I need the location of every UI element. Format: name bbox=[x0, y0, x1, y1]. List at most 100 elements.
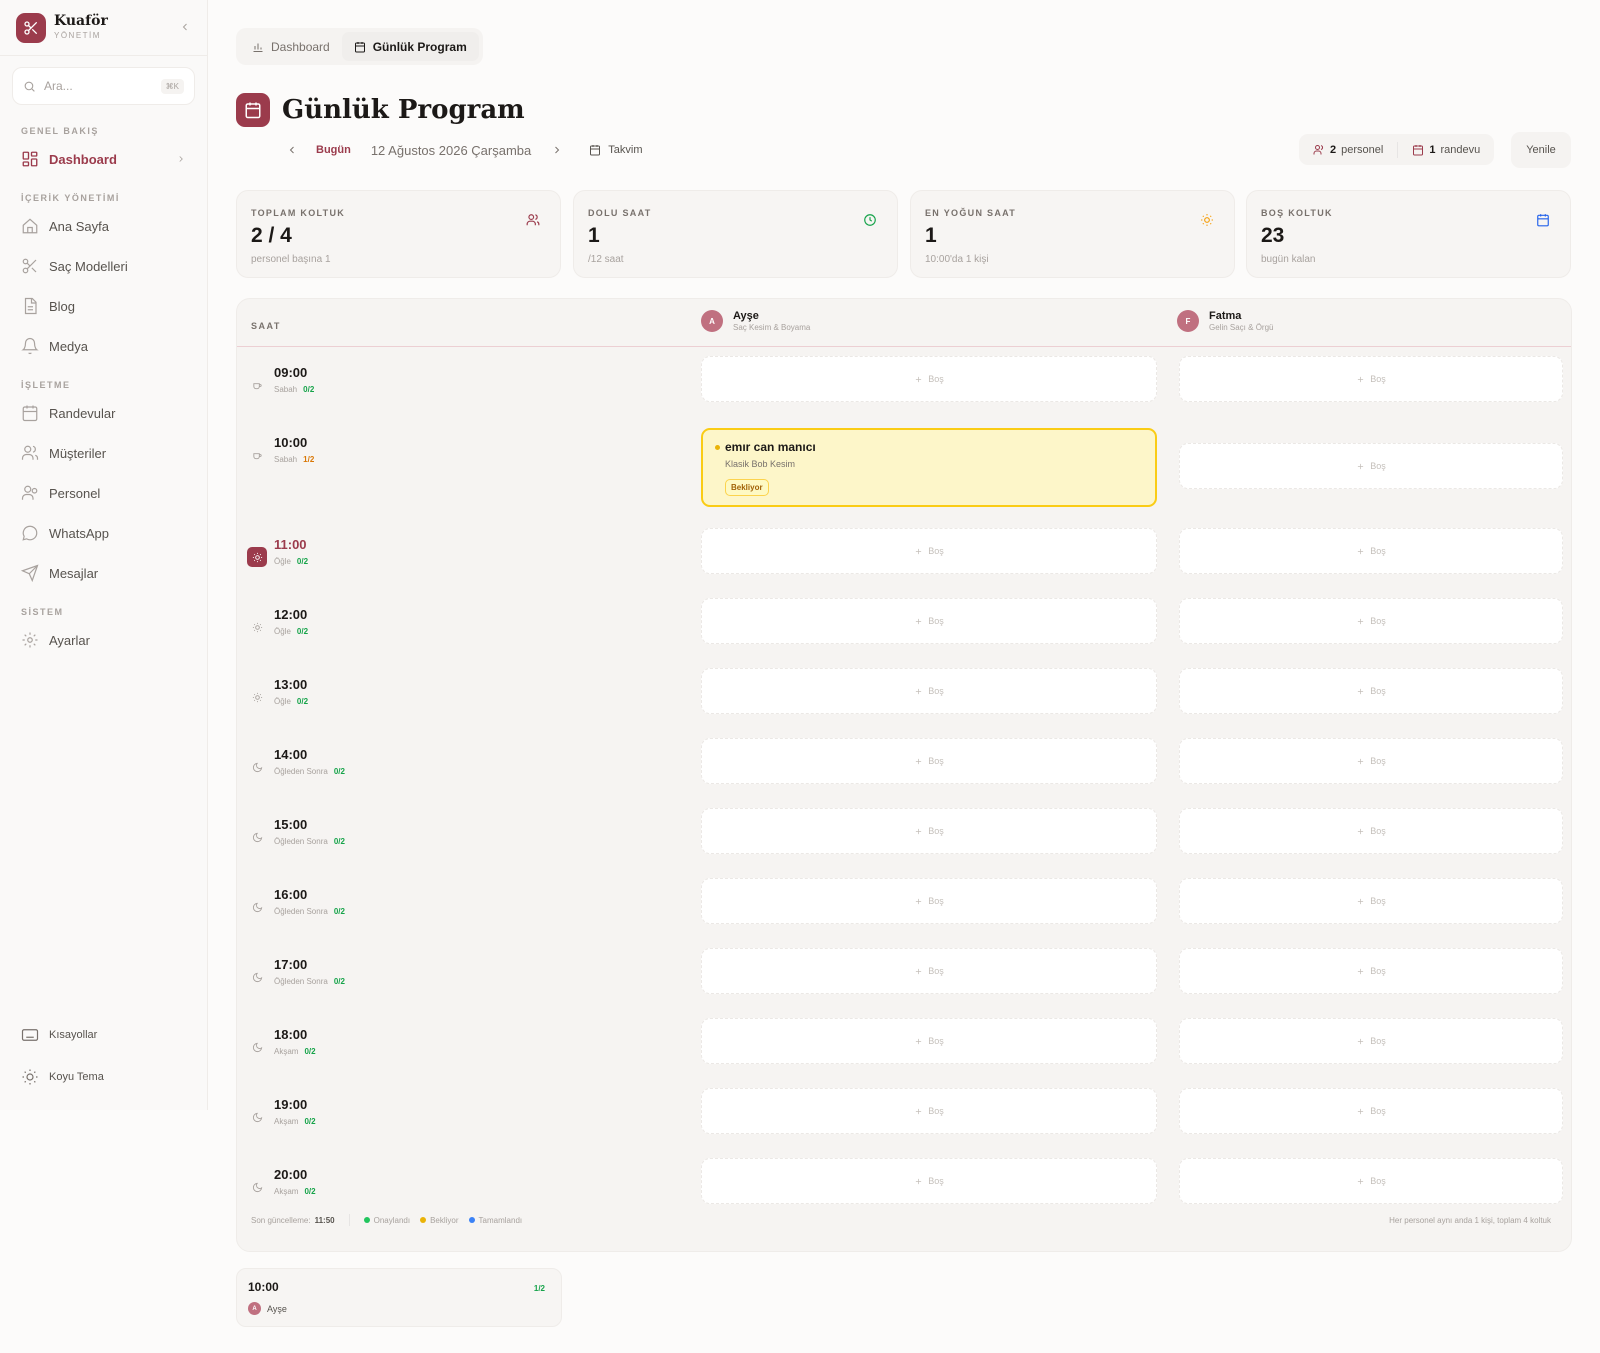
schedule-grid: SAAT A Ayşe Saç Kesim & Boyama F Fatma G… bbox=[236, 298, 1572, 1252]
empty-slot[interactable]: Boş bbox=[701, 738, 1157, 784]
empty-slot-label: Boş bbox=[1370, 1036, 1386, 1046]
plus-icon bbox=[1358, 898, 1364, 904]
empty-slot[interactable]: Boş bbox=[1179, 356, 1563, 402]
time-row-label: 13:00 Öğle 0/2 bbox=[247, 677, 308, 707]
sidebar-item-personel[interactable]: Personel bbox=[0, 473, 207, 513]
empty-slot-label: Boş bbox=[928, 374, 944, 384]
dark-theme-toggle[interactable]: Koyu Tema bbox=[0, 1057, 207, 1097]
empty-slot-label: Boş bbox=[1370, 546, 1386, 556]
stat-card-free-seats: BOŞ KOLTUK 23 bugün kalan bbox=[1246, 190, 1571, 278]
stat-value: 2 / 4 bbox=[251, 224, 292, 247]
empty-slot-label: Boş bbox=[1370, 756, 1386, 766]
sidebar-item-mesajlar[interactable]: Mesajlar bbox=[0, 553, 207, 593]
occupancy: 0/2 bbox=[304, 1047, 316, 1056]
sidebar-item-sac-modelleri[interactable]: Saç Modelleri bbox=[0, 246, 207, 286]
staff-column-fatma: F Fatma Gelin Saçı & Örgü bbox=[1177, 310, 1273, 333]
sidebar-item-label: Müşteriler bbox=[49, 445, 107, 461]
sidebar-item-ana-sayfa[interactable]: Ana Sayfa bbox=[0, 206, 207, 246]
empty-slot[interactable]: Boş bbox=[1179, 443, 1563, 489]
tab-label: Dashboard bbox=[271, 39, 330, 54]
empty-slot[interactable]: Boş bbox=[1179, 1088, 1563, 1134]
time-value: 15:00 bbox=[274, 817, 308, 832]
empty-slot[interactable]: Boş bbox=[1179, 878, 1563, 924]
moon-icon bbox=[247, 1177, 267, 1197]
sidebar-item-ayarlar[interactable]: Ayarlar bbox=[0, 620, 207, 660]
stat-label: BOŞ KOLTUK bbox=[1261, 208, 1333, 218]
legend-item: Onaylandı bbox=[363, 1216, 410, 1225]
appointment-card[interactable]: emır can manıcı Klasik Bob Kesim Bekliyo… bbox=[701, 428, 1157, 507]
users-icon bbox=[21, 445, 39, 460]
empty-slot[interactable]: Boş bbox=[701, 528, 1157, 574]
plus-icon bbox=[916, 1108, 922, 1114]
empty-slot[interactable]: Boş bbox=[701, 808, 1157, 854]
previous-day-button[interactable] bbox=[286, 144, 298, 156]
time-row-label: 18:00 Akşam 0/2 bbox=[247, 1027, 316, 1057]
hour-summary-occupancy: 1/2 bbox=[533, 1284, 545, 1293]
empty-slot[interactable]: Boş bbox=[701, 878, 1157, 924]
sidebar-item-label: Randevular bbox=[49, 405, 116, 421]
empty-slot[interactable]: Boş bbox=[701, 1088, 1157, 1134]
sidebar-item-label: Ayarlar bbox=[49, 632, 90, 648]
empty-slot[interactable]: Boş bbox=[701, 1018, 1157, 1064]
staff-name: Fatma bbox=[1209, 310, 1242, 322]
empty-slot[interactable]: Boş bbox=[1179, 738, 1563, 784]
occupancy: 0/2 bbox=[303, 385, 315, 394]
next-day-button[interactable] bbox=[551, 144, 563, 156]
hour-summary-card[interactable]: 10:00 1/2 A Ayşe bbox=[236, 1268, 562, 1327]
brand-subtitle: YÖNETİM bbox=[54, 31, 101, 41]
time-value: 20:00 bbox=[274, 1167, 308, 1182]
staff-role: Gelin Saçı & Örgü bbox=[1209, 323, 1274, 333]
time-value: 11:00 bbox=[274, 537, 307, 552]
today-button[interactable]: Bugün bbox=[316, 144, 351, 156]
search-input[interactable]: Ara... ⌘K bbox=[12, 67, 195, 105]
chat-icon bbox=[22, 525, 38, 541]
empty-slot[interactable]: Boş bbox=[1179, 528, 1563, 574]
empty-slot[interactable]: Boş bbox=[1179, 1018, 1563, 1064]
empty-slot[interactable]: Boş bbox=[701, 598, 1157, 644]
sidebar-item-whatsapp[interactable]: WhatsApp bbox=[0, 513, 207, 553]
empty-slot[interactable]: Boş bbox=[1179, 808, 1563, 854]
occupancy: 0/2 bbox=[333, 977, 345, 986]
sun-icon bbox=[247, 617, 267, 637]
sidebar-item-blog[interactable]: Blog bbox=[0, 286, 207, 326]
sidebar-item-randevular[interactable]: Randevular bbox=[0, 393, 207, 433]
sidebar-item-dashboard[interactable]: Dashboard bbox=[0, 139, 207, 179]
empty-slot[interactable]: Boş bbox=[1179, 668, 1563, 714]
calendar-icon bbox=[1413, 144, 1424, 155]
send-icon bbox=[21, 564, 39, 582]
tab-gunluk-program[interactable]: Günlük Program bbox=[341, 32, 479, 61]
empty-slot[interactable]: Boş bbox=[1179, 948, 1563, 994]
calendar-icon bbox=[354, 41, 365, 52]
appointment-customer: emır can manıcı bbox=[715, 440, 1143, 454]
empty-slot[interactable]: Boş bbox=[1179, 1158, 1563, 1204]
time-value: 18:00 bbox=[274, 1027, 308, 1042]
plus-icon bbox=[916, 548, 922, 554]
collapse-sidebar-button[interactable] bbox=[179, 20, 191, 36]
stat-label: TOPLAM KOLTUK bbox=[251, 208, 346, 218]
refresh-button[interactable]: Yenile bbox=[1511, 132, 1571, 168]
empty-slot[interactable]: Boş bbox=[701, 1158, 1157, 1204]
home-icon bbox=[22, 218, 38, 234]
empty-slot-label: Boş bbox=[1370, 461, 1386, 471]
time-value: 13:00 bbox=[274, 677, 308, 692]
empty-slot[interactable]: Boş bbox=[701, 948, 1157, 994]
time-value: 10:00 bbox=[274, 435, 308, 450]
sidebar-item-musteriler[interactable]: Müşteriler bbox=[0, 433, 207, 473]
sidebar-item-medya[interactable]: Medya bbox=[0, 326, 207, 366]
user-group-icon bbox=[21, 485, 38, 500]
time-row-label: 11:00 Öğle 0/2 bbox=[247, 537, 308, 567]
empty-slot[interactable]: Boş bbox=[1179, 598, 1563, 644]
time-period: Öğleden Sonra bbox=[274, 977, 328, 986]
empty-slot[interactable]: Boş bbox=[701, 668, 1157, 714]
time-row-label: 10:00 Sabah 1/2 bbox=[247, 435, 314, 465]
empty-slot[interactable]: Boş bbox=[701, 356, 1157, 402]
moon-icon bbox=[247, 967, 267, 987]
legend-item: Bekliyor bbox=[420, 1216, 459, 1225]
occupancy: 0/2 bbox=[333, 907, 345, 916]
calendar-label: Takvim bbox=[608, 144, 643, 156]
stat-card-total-seats: TOPLAM KOLTUK 2 / 4 personel başına 1 bbox=[236, 190, 561, 278]
tab-dashboard[interactable]: Dashboard bbox=[240, 32, 342, 61]
shortcuts-button[interactable]: Kısayollar bbox=[0, 1015, 207, 1055]
calendar-button[interactable]: Takvim bbox=[589, 144, 643, 156]
occupancy: 0/2 bbox=[304, 1187, 316, 1196]
